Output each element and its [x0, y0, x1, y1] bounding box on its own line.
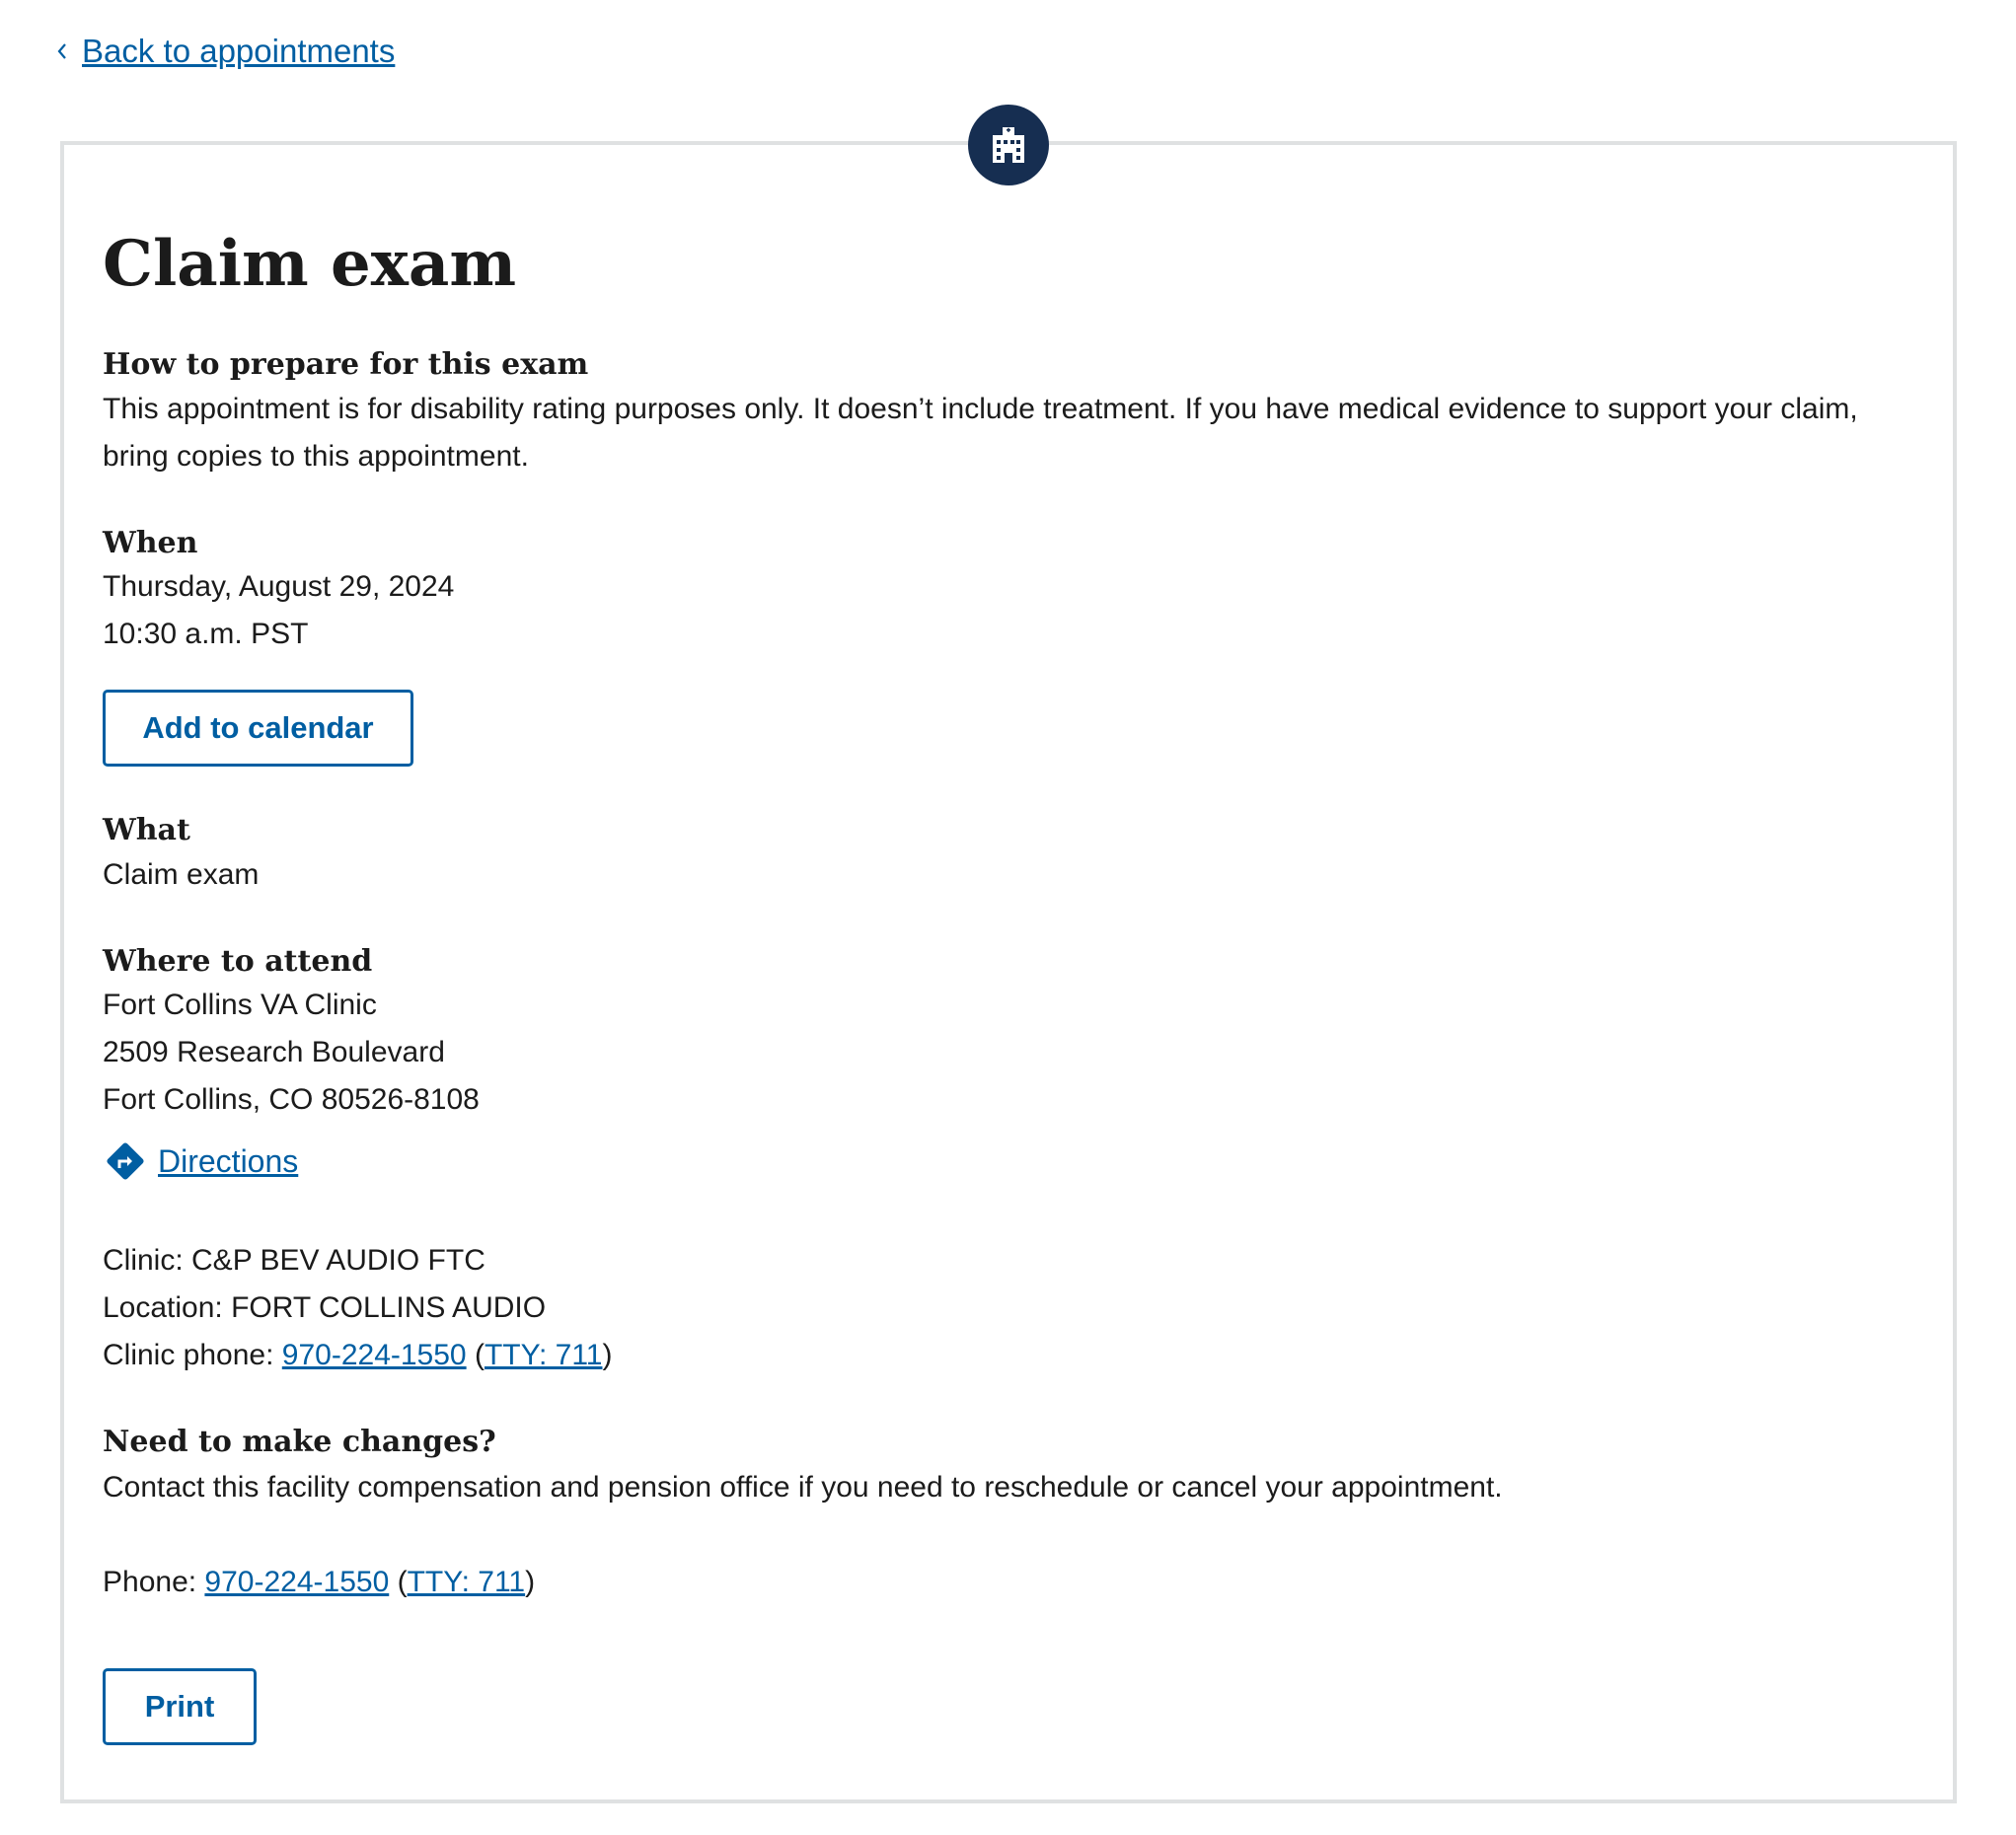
print-button[interactable]: Print	[103, 1668, 257, 1745]
facility-street: 2509 Research Boulevard	[103, 1036, 445, 1068]
clinic-name: Clinic: C&P BEV AUDIO FTC	[103, 1244, 485, 1277]
page-title: Claim exam	[103, 227, 517, 301]
clinic-phone-link[interactable]: 970-224-1550	[282, 1339, 467, 1371]
directions-link[interactable]: Directions	[103, 1138, 298, 1184]
back-link-label: Back to appointments	[82, 33, 396, 69]
office-tty-link[interactable]: TTY: 711	[408, 1566, 526, 1598]
paren-close: )	[525, 1566, 536, 1598]
prepare-text: This appointment is for disability ratin…	[103, 393, 1858, 473]
paren-open: (	[397, 1566, 408, 1598]
facility-name: Fort Collins VA Clinic	[103, 989, 377, 1021]
prepare-heading: How to prepare for this exam	[103, 347, 589, 382]
appointment-date: Thursday, August 29, 2024	[103, 570, 455, 603]
directions-label: Directions	[158, 1143, 299, 1179]
clinic-tty-link[interactable]: TTY: 711	[485, 1339, 603, 1371]
where-heading: Where to attend	[103, 944, 373, 979]
clinic-phone-label: Clinic phone:	[103, 1339, 282, 1371]
back-to-appointments-link[interactable]: Back to appointments	[56, 30, 395, 73]
facility-city: Fort Collins, CO 80526-8108	[103, 1083, 480, 1116]
clinic-phone-line: Clinic phone: 970-224-1550 (TTY: 711)	[103, 1332, 612, 1379]
what-heading: What	[103, 813, 190, 847]
changes-heading: Need to make changes?	[103, 1425, 496, 1459]
building-icon	[968, 105, 1049, 185]
paren-open: (	[474, 1339, 485, 1371]
paren-close: )	[602, 1339, 613, 1371]
office-phone-link[interactable]: 970-224-1550	[204, 1566, 389, 1598]
office-phone-label: Phone:	[103, 1566, 205, 1598]
what-value: Claim exam	[103, 858, 260, 891]
add-to-calendar-button[interactable]: Add to calendar	[103, 690, 413, 767]
clinic-location: Location: FORT COLLINS AUDIO	[103, 1291, 547, 1324]
changes-text: Contact this facility compensation and p…	[103, 1471, 1503, 1504]
when-heading: When	[103, 526, 198, 560]
appointment-time: 10:30 a.m. PST	[103, 618, 309, 650]
chevron-left-icon	[56, 41, 82, 61]
directions-icon	[107, 1142, 144, 1180]
office-phone-line: Phone: 970-224-1550 (TTY: 711)	[103, 1559, 535, 1606]
